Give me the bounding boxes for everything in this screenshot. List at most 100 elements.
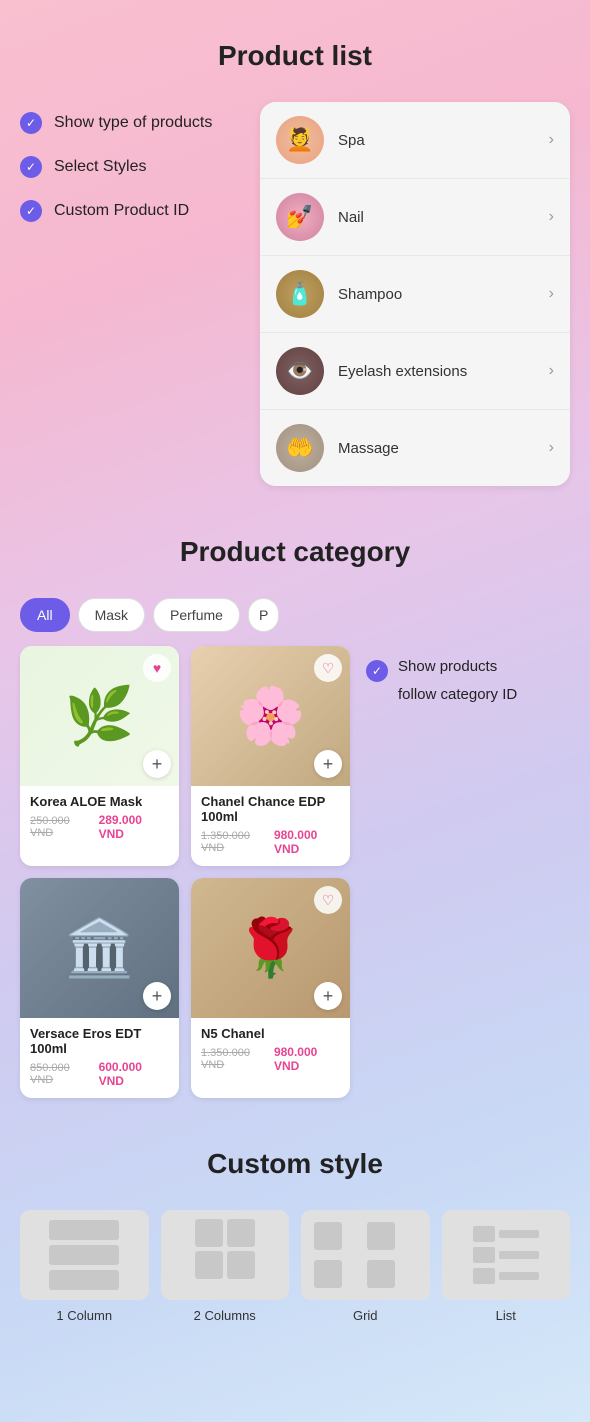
preview-block-2col-3 bbox=[227, 1219, 255, 1247]
feature-label-1: Show type of products bbox=[54, 114, 212, 132]
check-icon-1: ✓ bbox=[20, 112, 42, 134]
price-row-versace: 850.000 VND 600.000 VND bbox=[30, 1060, 169, 1088]
style-label-2col: 2 Columns bbox=[194, 1308, 256, 1323]
product-emoji-aloe: 🌿 bbox=[65, 683, 135, 749]
price-sale-chanel: 980.000 VND bbox=[274, 828, 340, 856]
preview-block-2col-2 bbox=[195, 1251, 223, 1279]
follow-category-label: follow category ID bbox=[366, 686, 570, 703]
product-emoji-chanel: 🌸 bbox=[236, 683, 306, 749]
price-sale-n5: 980.000 VND bbox=[274, 1045, 340, 1073]
product-info-n5: N5 Chanel 1.350.000 VND 980.000 VND bbox=[191, 1018, 350, 1083]
category-item-massage[interactable]: 🤲 Massage › bbox=[260, 410, 570, 486]
heart-button-aloe[interactable]: ♥ bbox=[143, 654, 171, 682]
add-button-versace[interactable]: + bbox=[143, 982, 171, 1010]
price-original-chanel: 1.350.000 VND bbox=[201, 830, 270, 854]
product-name-versace: Versace Eros EDT 100ml bbox=[30, 1026, 169, 1056]
price-row-chanel: 1.350.000 VND 980.000 VND bbox=[201, 828, 340, 856]
category-item-spa[interactable]: 💆 Spa › bbox=[260, 102, 570, 179]
tab-all[interactable]: All bbox=[20, 598, 70, 632]
add-button-n5[interactable]: + bbox=[314, 982, 342, 1010]
feature-item-2: ✓ Select Styles bbox=[20, 156, 240, 178]
product-emoji-n5: 🌹 bbox=[236, 915, 306, 981]
preview-list-sq-1 bbox=[473, 1226, 495, 1242]
tab-mask[interactable]: Mask bbox=[78, 598, 145, 632]
chevron-icon-shampoo: › bbox=[549, 285, 554, 303]
product-card-chanel[interactable]: 🌸 ♡ + Chanel Chance EDP 100ml 1.350.000 … bbox=[191, 646, 350, 866]
category-list-panel: 💆 Spa › 💅 Nail › 🧴 Shampoo › 👁️ Eyelash … bbox=[260, 102, 570, 486]
category-name-massage: Massage bbox=[338, 440, 549, 457]
product-card-n5[interactable]: 🌹 ♡ + N5 Chanel 1.350.000 VND 980.000 VN… bbox=[191, 878, 350, 1098]
preview-list-row-1 bbox=[473, 1226, 539, 1242]
heart-button-n5[interactable]: ♡ bbox=[314, 886, 342, 914]
heart-button-chanel[interactable]: ♡ bbox=[314, 654, 342, 682]
category-item-eyelash[interactable]: 👁️ Eyelash extensions › bbox=[260, 333, 570, 410]
style-label-1col: 1 Column bbox=[56, 1308, 112, 1323]
category-name-eyelash: Eyelash extensions bbox=[338, 363, 549, 380]
style-option-list[interactable]: List bbox=[442, 1210, 571, 1323]
show-products-feature: ✓ Show products bbox=[366, 658, 570, 682]
price-original-n5: 1.350.000 VND bbox=[201, 1047, 270, 1071]
style-preview-inner-grid bbox=[314, 1219, 417, 1291]
preview-block-1col-1 bbox=[49, 1220, 119, 1240]
tab-perfume[interactable]: Perfume bbox=[153, 598, 240, 632]
category-thumb-nail: 💅 bbox=[276, 193, 324, 241]
preview-block-grid-1 bbox=[314, 1222, 342, 1250]
custom-style-title: Custom style bbox=[20, 1148, 570, 1180]
preview-block-1col-2 bbox=[49, 1245, 119, 1265]
category-item-nail[interactable]: 💅 Nail › bbox=[260, 179, 570, 256]
category-thumb-spa: 💆 bbox=[276, 116, 324, 164]
feature-item-3: ✓ Custom Product ID bbox=[20, 200, 240, 222]
preview-block-grid-2 bbox=[367, 1222, 395, 1250]
show-products-label: Show products bbox=[398, 658, 497, 675]
category-name-nail: Nail bbox=[338, 209, 549, 226]
preview-list-ln-2 bbox=[499, 1251, 539, 1259]
style-option-1col[interactable]: 1 Column bbox=[20, 1210, 149, 1323]
product-card-versace[interactable]: 🏛️ + Versace Eros EDT 100ml 850.000 VND … bbox=[20, 878, 179, 1098]
product-info-versace: Versace Eros EDT 100ml 850.000 VND 600.0… bbox=[20, 1018, 179, 1098]
category-thumb-shampoo: 🧴 bbox=[276, 270, 324, 318]
style-option-grid[interactable]: Grid bbox=[301, 1210, 430, 1323]
preview-block-grid-4 bbox=[367, 1260, 395, 1288]
preview-list-ln-3 bbox=[499, 1272, 539, 1280]
category-thumb-eyelash: 👁️ bbox=[276, 347, 324, 395]
style-option-2col[interactable]: 2 Columns bbox=[161, 1210, 290, 1323]
add-button-aloe[interactable]: + bbox=[143, 750, 171, 778]
style-label-grid: Grid bbox=[353, 1308, 378, 1323]
tab-more[interactable]: P bbox=[248, 598, 279, 632]
feature-label-3: Custom Product ID bbox=[54, 202, 189, 220]
preview-block-grid-3 bbox=[314, 1260, 342, 1288]
preview-col-right bbox=[227, 1219, 255, 1279]
price-original-versace: 850.000 VND bbox=[30, 1062, 95, 1086]
style-preview-list bbox=[442, 1210, 571, 1300]
preview-block-2col-4 bbox=[227, 1251, 255, 1279]
style-preview-inner-2col bbox=[173, 1219, 276, 1291]
custom-style-section: Custom style 1 Column bbox=[0, 1128, 590, 1363]
features-list: ✓ Show type of products ✓ Select Styles … bbox=[20, 102, 240, 244]
add-button-chanel[interactable]: + bbox=[314, 750, 342, 778]
preview-col-left bbox=[195, 1219, 223, 1279]
preview-list-row-2 bbox=[473, 1247, 539, 1263]
product-image-wrap-n5: 🌹 ♡ + bbox=[191, 878, 350, 1018]
category-item-shampoo[interactable]: 🧴 Shampoo › bbox=[260, 256, 570, 333]
chevron-icon-eyelash: › bbox=[549, 362, 554, 380]
style-preview-inner-list bbox=[454, 1219, 557, 1291]
product-image-wrap-versace: 🏛️ + bbox=[20, 878, 179, 1018]
product-image-wrap-chanel: 🌸 ♡ + bbox=[191, 646, 350, 786]
preview-list-row-3 bbox=[473, 1268, 539, 1284]
product-list-title: Product list bbox=[20, 40, 570, 72]
style-preview-inner-1col bbox=[33, 1219, 136, 1291]
chevron-icon-massage: › bbox=[549, 439, 554, 457]
style-preview-grid bbox=[301, 1210, 430, 1300]
product-card-aloe[interactable]: 🌿 ♥ + Korea ALOE Mask 250.000 VND 289.00… bbox=[20, 646, 179, 866]
category-features-right: ✓ Show products follow category ID bbox=[366, 598, 570, 703]
product-info-chanel: Chanel Chance EDP 100ml 1.350.000 VND 98… bbox=[191, 786, 350, 866]
product-category-title: Product category bbox=[20, 536, 570, 568]
style-preview-2col bbox=[161, 1210, 290, 1300]
product-name-chanel: Chanel Chance EDP 100ml bbox=[201, 794, 340, 824]
category-name-spa: Spa bbox=[338, 132, 549, 149]
check-icon-3: ✓ bbox=[20, 200, 42, 222]
product-list-section: Product list ✓ Show type of products ✓ S… bbox=[0, 0, 590, 516]
chevron-icon-nail: › bbox=[549, 208, 554, 226]
category-section-content: All Mask Perfume P 🌿 ♥ + K bbox=[20, 598, 570, 1098]
category-thumb-massage: 🤲 bbox=[276, 424, 324, 472]
